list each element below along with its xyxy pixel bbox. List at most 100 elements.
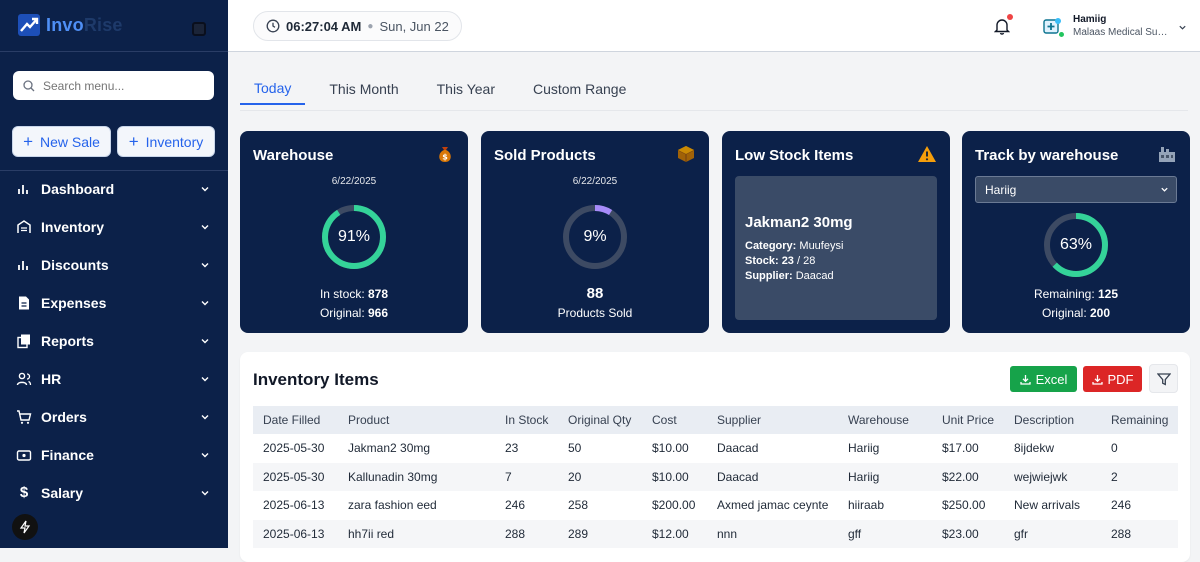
- column-header[interactable]: Warehouse: [838, 406, 932, 434]
- table-cell: $10.00: [642, 462, 707, 491]
- column-header[interactable]: Date Filled: [253, 406, 338, 434]
- warehouse-progress-ring: 91%: [321, 204, 387, 270]
- brand-logo[interactable]: InvoRise: [18, 14, 123, 36]
- percent-label: 9%: [583, 228, 607, 245]
- original-line: Original: 200: [1041, 306, 1111, 320]
- user-company[interactable]: Malaas Medical Supplies: [1073, 27, 1171, 38]
- column-header[interactable]: Unit Price: [932, 406, 1004, 434]
- table-cell: $250.00: [942, 498, 986, 513]
- inventory-table: Date Filled Product In Stock Original Qt…: [253, 406, 1178, 548]
- low-stock-item[interactable]: Jakman2 30mg Category: Muufeysi Stock: 2…: [735, 176, 937, 320]
- online-status-dot: [1058, 31, 1065, 38]
- svg-text:$: $: [442, 153, 448, 162]
- chevron-down-icon: [201, 453, 209, 458]
- column-header[interactable]: Original Qty: [558, 406, 642, 434]
- table-cell: gfr: [1004, 519, 1101, 548]
- in-stock-line: In stock: 878: [319, 287, 389, 301]
- quick-action-button[interactable]: [12, 514, 38, 540]
- export-excel-button[interactable]: Excel: [1010, 366, 1077, 392]
- low-stock-product: Jakman2 30mg: [745, 214, 853, 231]
- user-name[interactable]: Hamiig: [1073, 14, 1106, 25]
- table-cell: $17.00: [942, 441, 979, 456]
- table-row[interactable]: 2025-05-30 Kallunadin 30mg 7 20 $10.00 D…: [253, 462, 1178, 491]
- cart-icon: [17, 410, 32, 424]
- column-header[interactable]: Cost: [642, 406, 707, 434]
- users-icon: [16, 372, 32, 386]
- notification-dot: [1007, 14, 1013, 20]
- chevron-down-icon[interactable]: [1178, 23, 1187, 32]
- table-cell: 288: [1101, 519, 1178, 548]
- sidebar-item-orders[interactable]: Orders: [0, 398, 228, 436]
- table-cell: Daacad: [717, 441, 759, 456]
- table-cell: Daacad: [707, 462, 838, 491]
- clock-icon: [266, 19, 280, 33]
- table-cell: $23.00: [932, 519, 1004, 548]
- table-cell: 246: [505, 498, 526, 513]
- filter-button[interactable]: [1149, 364, 1178, 393]
- low-stock-category: Category: Muufeysi: [745, 240, 844, 252]
- table-cell: hh7ii red: [338, 519, 495, 548]
- dollar-icon: $: [19, 484, 29, 501]
- column-header[interactable]: Description: [1004, 406, 1101, 434]
- download-icon: [1091, 374, 1103, 385]
- card-title: Track by warehouse: [975, 147, 1119, 164]
- chevron-down-icon: [201, 225, 209, 230]
- warehouse-select[interactable]: Hariig: [975, 176, 1177, 203]
- wallet-icon: [16, 450, 32, 461]
- new-sale-button[interactable]: + New Sale: [12, 126, 111, 157]
- table-row[interactable]: 2025-06-13 hh7ii red 288 289 $12.00 nnn …: [253, 519, 1178, 548]
- table-cell: $22.00: [932, 462, 1004, 491]
- sidebar-item-finance[interactable]: Finance: [0, 436, 228, 474]
- table-header-row: Date Filled Product In Stock Original Qt…: [253, 406, 1178, 434]
- table-cell: 2: [1101, 462, 1178, 491]
- tab-today[interactable]: Today: [240, 72, 306, 105]
- table-cell: $200.00: [652, 498, 696, 513]
- table-cell: Hariig: [848, 441, 880, 456]
- column-header[interactable]: Product: [338, 406, 495, 434]
- sidebar: InvoRise +New Sale +Inventory Dashboard …: [0, 0, 228, 548]
- table-cell: 288: [495, 519, 558, 548]
- chevron-down-icon: [201, 415, 209, 420]
- original-line: Original: 966: [319, 306, 389, 320]
- table-cell: hiiraab: [848, 498, 885, 513]
- bell-icon[interactable]: [994, 17, 1010, 35]
- column-header[interactable]: Supplier: [707, 406, 838, 434]
- table-cell: 23: [505, 441, 519, 456]
- chevron-down-icon: [201, 187, 209, 192]
- table-cell: gff: [838, 519, 932, 548]
- table-cell: zara fashion eed: [348, 498, 437, 513]
- tab-this-year[interactable]: This Year: [423, 72, 509, 105]
- table-cell: 2025-06-13: [263, 498, 325, 513]
- column-header[interactable]: Remaining: [1101, 406, 1178, 434]
- tabs-divider: [240, 110, 1188, 111]
- download-icon: [1019, 374, 1031, 385]
- tab-this-month[interactable]: This Month: [315, 72, 412, 105]
- table-cell: Hariig: [838, 462, 932, 491]
- sidebar-item-salary[interactable]: $ Salary: [0, 474, 228, 512]
- bar-chart-icon: [18, 185, 28, 194]
- search-box[interactable]: [13, 71, 214, 100]
- sidebar-item-hr[interactable]: HR: [0, 360, 228, 398]
- chevron-down-icon: [201, 301, 209, 306]
- table-row[interactable]: 2025-06-13 zara fashion eed 246 258 $200…: [253, 491, 1178, 520]
- sidebar-item-dashboard[interactable]: Dashboard: [0, 170, 228, 208]
- inventory-button[interactable]: + Inventory: [117, 126, 215, 157]
- sidebar-item-inventory[interactable]: Inventory: [0, 208, 228, 246]
- sidebar-item-reports[interactable]: Reports: [0, 322, 228, 360]
- table-row[interactable]: 2025-05-30 Jakman2 30mg 23 50 $10.00 Daa…: [253, 434, 1178, 463]
- table-cell: New arrivals: [1014, 498, 1081, 513]
- factory-icon: [1159, 147, 1175, 162]
- search-input[interactable]: [43, 78, 193, 93]
- table-cell: nnn: [707, 519, 838, 548]
- tab-custom-range[interactable]: Custom Range: [519, 72, 640, 105]
- sidebar-item-expenses[interactable]: Expenses: [0, 284, 228, 322]
- column-header[interactable]: In Stock: [495, 406, 558, 434]
- collapse-sidebar-button[interactable]: [192, 22, 206, 36]
- document-icon: [19, 296, 29, 310]
- plus-icon: +: [23, 132, 33, 151]
- sidebar-item-discounts[interactable]: Discounts: [0, 246, 228, 284]
- bar-chart-icon: [18, 261, 28, 270]
- export-pdf-button[interactable]: PDF: [1083, 366, 1142, 392]
- copy-icon: [17, 334, 30, 349]
- table-cell: 2025-05-30: [253, 462, 338, 491]
